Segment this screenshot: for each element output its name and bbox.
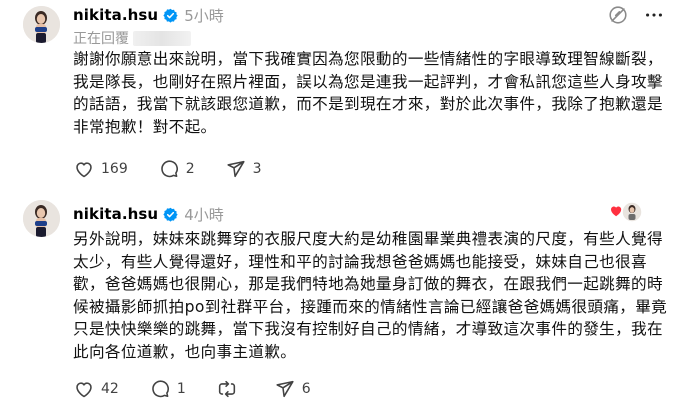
repost-button[interactable]: [216, 378, 244, 400]
post-time: 5小時: [184, 6, 224, 25]
verified-badge-icon: [163, 8, 178, 23]
repost-icon: [216, 378, 238, 400]
verified-badge-icon: [163, 207, 178, 222]
comment-count: 2: [185, 161, 195, 177]
share-icon: [274, 378, 296, 400]
username[interactable]: nikita.hsu: [73, 205, 158, 223]
avatar[interactable]: [23, 200, 60, 237]
thread-post-2: nikita.hsu 4小時 另外說明，妹妹來跳舞穿的衣服尺度大約是幼稚園畢業典…: [0, 200, 691, 410]
redacted-username: [133, 30, 191, 46]
share-count: 3: [252, 161, 262, 177]
post-actions: 42 1 6: [73, 377, 341, 401]
comment-count: 1: [176, 381, 186, 397]
post-actions: 169 2 3: [73, 157, 292, 181]
comment-icon: [149, 378, 171, 400]
quote-off-icon[interactable]: [607, 4, 629, 26]
post-body: 另外說明，妹妹來跳舞穿的衣服尺度大約是幼稚園畢業典禮表演的尺度，有些人覺得太少，…: [73, 230, 668, 361]
replying-text: 正在回覆: [73, 31, 129, 47]
like-button[interactable]: 42: [73, 378, 119, 400]
like-icon: [73, 158, 95, 180]
post-header: nikita.hsu 4小時: [73, 203, 224, 225]
like-count: 42: [101, 381, 119, 397]
username[interactable]: nikita.hsu: [73, 6, 158, 24]
like-count: 169: [101, 161, 128, 177]
more-options-icon[interactable]: [643, 4, 665, 26]
like-button[interactable]: 169: [73, 158, 128, 180]
post-body: 謝謝你願意出來說明，當下我確實因為您限動的一些情緒性的字眼導致理智線斷裂，我是隊…: [73, 50, 663, 136]
comment-button[interactable]: 1: [149, 378, 186, 400]
post-top-icons: [607, 4, 665, 26]
post-time: 4小時: [184, 205, 224, 224]
replied-by-badge[interactable]: [605, 200, 645, 224]
thread-post-1: nikita.hsu 5小時 正在回覆 謝謝你願意出來說明，當下我確實因為您限動…: [0, 0, 691, 200]
avatar[interactable]: [23, 6, 60, 43]
post-header: nikita.hsu 5小時: [73, 4, 224, 26]
comment-button[interactable]: 2: [158, 158, 195, 180]
share-icon: [225, 158, 247, 180]
comment-icon: [158, 158, 180, 180]
share-count: 6: [301, 381, 311, 397]
share-button[interactable]: 6: [274, 378, 311, 400]
replying-to-label: 正在回覆: [73, 28, 191, 48]
like-icon: [73, 378, 95, 400]
share-button[interactable]: 3: [225, 158, 262, 180]
